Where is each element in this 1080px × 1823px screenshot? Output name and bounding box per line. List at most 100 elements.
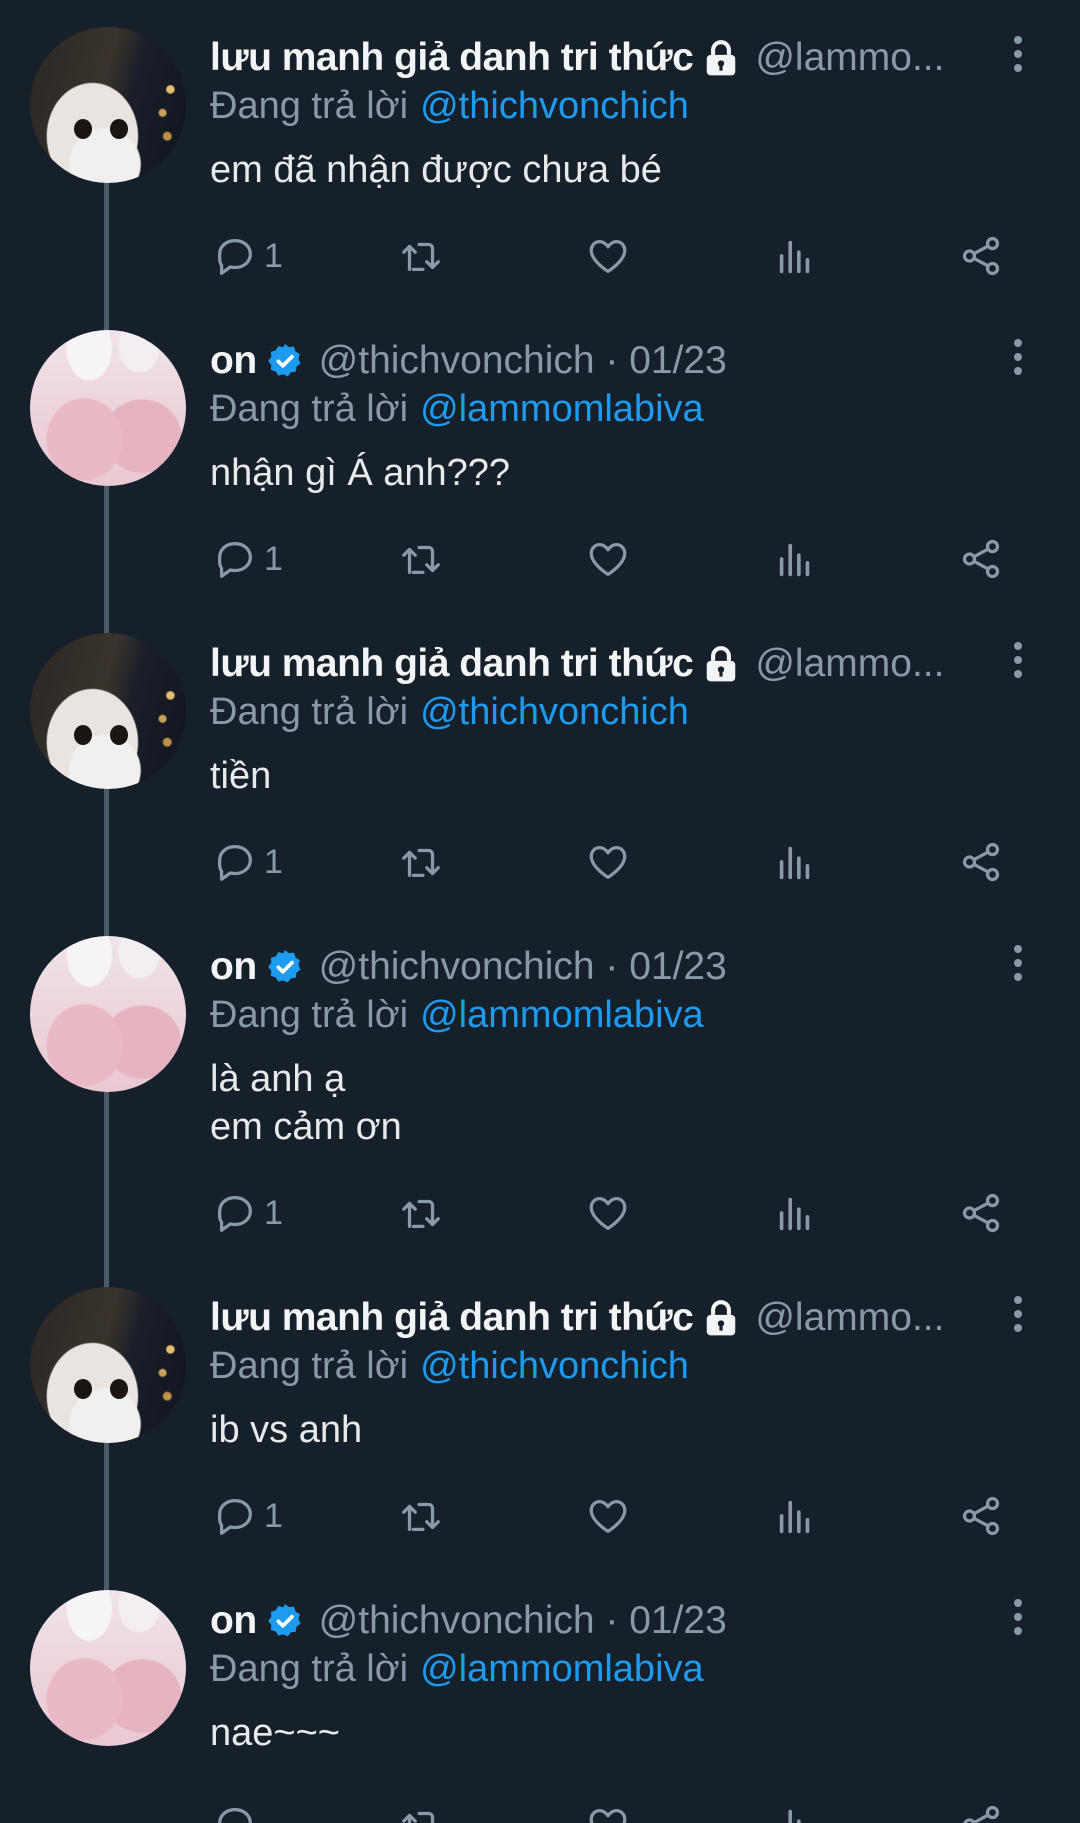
tweet[interactable]: on @thichvonchich · 01/23 Đang trả lời @…: [0, 1563, 1080, 1823]
avatar[interactable]: [30, 1590, 186, 1746]
retweet-button[interactable]: [398, 226, 444, 286]
user-handle[interactable]: @lammo...: [755, 642, 944, 686]
replying-to-line: Đang trả lời @lammomlabiva: [210, 385, 704, 433]
analytics-icon: [779, 240, 810, 274]
more-vertical-icon[interactable]: [1006, 1599, 1030, 1639]
user-handle[interactable]: @thichvonchich · 01/23: [319, 945, 727, 989]
tweet-header: lưu manh giả danh tri thức @lammo...: [210, 638, 990, 690]
share-button[interactable]: [958, 1183, 1004, 1243]
share-icon: [962, 842, 1000, 882]
retweet-button[interactable]: [398, 529, 444, 589]
more-vertical-icon[interactable]: [1006, 36, 1030, 76]
replying-to-mention[interactable]: @lammomlabiva: [420, 388, 704, 431]
reply-icon: [218, 1196, 252, 1232]
like-button[interactable]: [585, 529, 631, 589]
reply-button[interactable]: [212, 1795, 258, 1823]
tweet-text: tiền: [210, 755, 272, 797]
avatar[interactable]: [30, 1287, 186, 1443]
user-handle[interactable]: @lammo...: [755, 1296, 944, 1340]
tweet-text: nhận gì Á anh???: [210, 452, 511, 494]
tweet[interactable]: on @thichvonchich · 01/23 Đang trả lời @…: [0, 303, 1080, 635]
tweet-header: lưu manh giả danh tri thức @lammo...: [210, 32, 990, 84]
share-button[interactable]: [958, 1486, 1004, 1546]
verified-badge-icon: [267, 1604, 301, 1637]
replying-to-label: Đang trả lời: [210, 1647, 409, 1690]
tweet-actions: [0, 1795, 1080, 1823]
retweet-button[interactable]: [398, 1183, 444, 1243]
views-button[interactable]: [772, 832, 818, 892]
tweet[interactable]: lưu manh giả danh tri thức @lammo... Đan…: [0, 606, 1080, 938]
share-icon: [962, 236, 1000, 276]
views-button[interactable]: [772, 529, 818, 589]
avatar[interactable]: [30, 633, 186, 789]
share-button[interactable]: [958, 1795, 1004, 1823]
display-name[interactable]: on: [210, 1599, 257, 1643]
display-name[interactable]: on: [210, 339, 257, 383]
retweet-button[interactable]: [398, 1795, 444, 1823]
like-button[interactable]: [585, 832, 631, 892]
display-name[interactable]: lưu manh giả danh tri thức: [210, 1296, 694, 1340]
reply-icon: [218, 1808, 252, 1823]
views-button[interactable]: [772, 1795, 818, 1823]
replying-to-line: Đang trả lời @thichvonchich: [210, 82, 689, 130]
tweet[interactable]: lưu manh giả danh tri thức @lammo... Đan…: [0, 1260, 1080, 1592]
tweet-actions: 1: [0, 1183, 1080, 1243]
reply-button[interactable]: 1: [212, 226, 283, 286]
avatar[interactable]: [30, 27, 186, 183]
tweet-text: là anh ạ em cảm ơn: [210, 1058, 402, 1148]
share-button[interactable]: [958, 529, 1004, 589]
tweet-actions: 1: [0, 832, 1080, 892]
reply-button[interactable]: 1: [212, 529, 283, 589]
verified-badge-icon: [267, 950, 301, 983]
like-button[interactable]: [585, 1183, 631, 1243]
tweet-text: em đã nhận được chưa bé: [210, 149, 662, 191]
share-button[interactable]: [958, 226, 1004, 286]
reply-button[interactable]: 1: [212, 1183, 283, 1243]
more-vertical-icon[interactable]: [1006, 642, 1030, 682]
tweet[interactable]: lưu manh giả danh tri thức @lammo... Đan…: [0, 0, 1080, 332]
lock-icon: [707, 40, 736, 76]
share-icon: [962, 1193, 1000, 1233]
reply-icon: [218, 1499, 252, 1535]
display-name[interactable]: lưu manh giả danh tri thức: [210, 36, 694, 80]
display-name[interactable]: on: [210, 945, 257, 989]
views-button[interactable]: [772, 1183, 818, 1243]
heart-icon: [589, 542, 627, 576]
reply-icon: [218, 542, 252, 578]
retweet-button[interactable]: [398, 832, 444, 892]
views-button[interactable]: [772, 1486, 818, 1546]
user-handle[interactable]: @thichvonchich · 01/23: [319, 1599, 727, 1643]
share-icon: [962, 539, 1000, 579]
user-handle[interactable]: @thichvonchich · 01/23: [319, 339, 727, 383]
tweet[interactable]: on @thichvonchich · 01/23 Đang trả lời @…: [0, 909, 1080, 1291]
retweet-button[interactable]: [398, 1486, 444, 1546]
like-button[interactable]: [585, 1486, 631, 1546]
share-button[interactable]: [958, 832, 1004, 892]
reply-icon: [218, 845, 252, 881]
replying-to-mention[interactable]: @thichvonchich: [420, 1345, 689, 1388]
conversation-thread: lưu manh giả danh tri thức @lammo... Đan…: [0, 0, 1080, 1823]
analytics-icon: [779, 1197, 810, 1231]
replying-to-label: Đang trả lời: [210, 84, 409, 127]
user-handle[interactable]: @lammo...: [755, 36, 944, 80]
share-icon: [963, 1805, 1000, 1823]
more-vertical-icon[interactable]: [1006, 945, 1030, 985]
more-vertical-icon[interactable]: [1006, 339, 1030, 379]
reply-button[interactable]: 1: [212, 1486, 283, 1546]
views-button[interactable]: [772, 226, 818, 286]
like-button[interactable]: [585, 1795, 631, 1823]
analytics-icon: [788, 1809, 801, 1823]
replying-to-label: Đang trả lời: [210, 387, 409, 430]
avatar[interactable]: [30, 936, 186, 1092]
analytics-icon: [779, 543, 810, 577]
avatar[interactable]: [30, 330, 186, 486]
display-name[interactable]: lưu manh giả danh tri thức: [210, 642, 694, 686]
replying-to-mention[interactable]: @lammomlabiva: [420, 994, 704, 1037]
heart-icon: [589, 1808, 627, 1823]
replying-to-mention[interactable]: @thichvonchich: [420, 691, 689, 734]
more-vertical-icon[interactable]: [1006, 1296, 1030, 1336]
replying-to-mention[interactable]: @lammomlabiva: [420, 1648, 704, 1691]
like-button[interactable]: [585, 226, 631, 286]
replying-to-mention[interactable]: @thichvonchich: [420, 85, 689, 128]
reply-button[interactable]: 1: [212, 832, 283, 892]
